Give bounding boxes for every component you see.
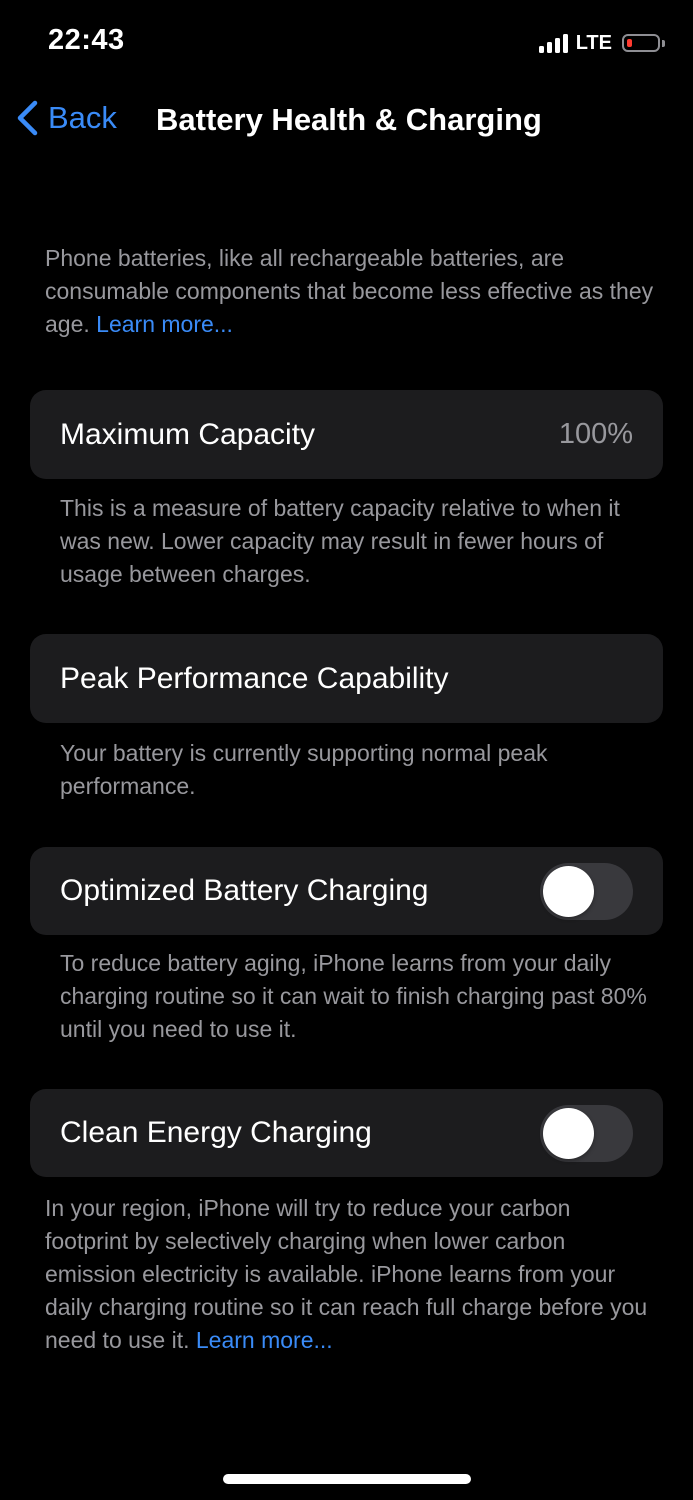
maximum-capacity-footer: This is a measure of battery capacity re… (60, 495, 620, 587)
battery-cap (662, 39, 665, 47)
status-time: 22:43 (48, 24, 125, 56)
clean-energy-footer-body: In your region, iPhone will try to reduc… (45, 1195, 648, 1353)
maximum-capacity-row: Maximum Capacity 100% (30, 390, 663, 479)
intro-text: Phone batteries, like all rechargeable b… (45, 242, 655, 341)
status-icons: LTE (538, 28, 665, 58)
home-indicator[interactable] (223, 1474, 471, 1484)
clean-energy-label: Clean Energy Charging (60, 1116, 372, 1149)
battery-icon (622, 34, 660, 52)
back-label: Back (48, 100, 117, 135)
learn-more-link[interactable]: Learn more... (196, 1327, 333, 1353)
maximum-capacity-value: 100% (558, 418, 633, 450)
optimized-charging-footer: To reduce battery aging, iPhone learns f… (60, 950, 647, 1042)
toggle-knob (543, 1107, 594, 1159)
peak-performance-footer: Your battery is currently supporting nor… (60, 740, 548, 799)
learn-more-link[interactable]: Learn more... (96, 311, 233, 337)
back-button[interactable]: Back (16, 100, 117, 136)
clean-energy-row: Clean Energy Charging (30, 1089, 663, 1177)
optimized-charging-label: Optimized Battery Charging (60, 874, 429, 907)
peak-performance-label: Peak Performance Capability (60, 661, 449, 695)
network-type: LTE (575, 31, 612, 54)
maximum-capacity-label: Maximum Capacity (60, 417, 316, 451)
clean-energy-footer: In your region, iPhone will try to reduc… (45, 1192, 655, 1357)
optimized-charging-row: Optimized Battery Charging (30, 847, 663, 935)
peak-performance-row: Peak Performance Capability (30, 634, 663, 723)
chevron-left-icon (16, 100, 38, 136)
clean-energy-toggle[interactable] (540, 1104, 633, 1162)
cellular-signal-icon (538, 33, 568, 53)
toggle-knob (543, 865, 594, 917)
page-title: Battery Health & Charging (156, 102, 542, 137)
optimized-charging-toggle[interactable] (540, 862, 633, 920)
